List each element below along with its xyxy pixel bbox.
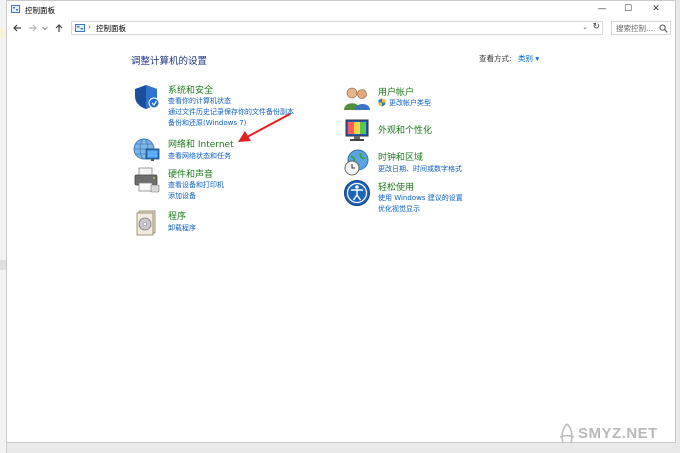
category-link[interactable]: 添加设备 — [168, 191, 196, 201]
minimize-button[interactable]: — — [589, 1, 615, 18]
control-panel-window: 控制面板 — ☐ ✕ › 控制面板 ⌄ ↻ 搜索控制... 调整计算机的设置 查… — [6, 0, 676, 443]
up-arrow-icon[interactable] — [53, 22, 65, 34]
forward-arrow-icon[interactable] — [27, 22, 39, 34]
category-title[interactable]: 外观和个性化 — [378, 123, 432, 136]
address-box[interactable]: › 控制面板 ⌄ ↻ — [71, 21, 603, 35]
users-icon[interactable] — [343, 84, 371, 112]
category-link[interactable]: 查看网络状态和任务 — [168, 151, 231, 161]
network-globe-icon[interactable] — [133, 136, 161, 164]
category-link[interactable]: 优化视觉显示 — [378, 204, 420, 214]
back-arrow-icon[interactable] — [11, 22, 23, 34]
recent-dropdown-icon[interactable] — [41, 22, 49, 34]
watermark: SMYZ.NET — [556, 421, 674, 449]
category-user-accounts: 用户帐户 更改帐户类型 — [343, 84, 503, 114]
category-title[interactable]: 网络和 Internet — [168, 137, 234, 150]
refresh-icon[interactable]: ↻ — [592, 22, 600, 32]
category-ease-of-access: 轻松使用 使用 Windows 建议的设置 优化视觉显示 — [343, 179, 523, 215]
category-title[interactable]: 轻松使用 — [378, 180, 414, 193]
category-title[interactable]: 用户帐户 — [378, 85, 414, 98]
category-link[interactable]: 更改帐户类型 — [389, 98, 431, 108]
category-link[interactable]: 卸载程序 — [168, 223, 196, 233]
control-panel-icon — [11, 5, 20, 13]
search-placeholder: 搜索控制... — [616, 24, 654, 33]
breadcrumb[interactable]: 控制面板 — [96, 23, 126, 34]
category-programs: 程序 卸载程序 — [133, 208, 293, 236]
control-panel-icon — [75, 24, 85, 32]
printer-icon[interactable] — [133, 166, 161, 194]
title-bar[interactable]: 控制面板 — ☐ ✕ — [7, 1, 675, 18]
monitor-palette-icon[interactable] — [343, 117, 371, 145]
search-icon[interactable] — [659, 24, 668, 33]
maximize-button[interactable]: ☐ — [615, 1, 641, 18]
address-dropdown-icon[interactable]: ⌄ — [582, 23, 588, 31]
category-link[interactable]: 查看你的计算机状态 — [168, 96, 231, 106]
close-button[interactable]: ✕ — [643, 1, 669, 18]
breadcrumb-chevron-icon[interactable]: › — [88, 23, 91, 31]
category-title[interactable]: 程序 — [168, 209, 186, 222]
view-by-dropdown[interactable]: 类别 ▾ — [518, 53, 539, 64]
annotation-arrow-icon — [238, 113, 291, 142]
category-title[interactable]: 系统和安全 — [168, 83, 213, 96]
shield-icon[interactable] — [133, 83, 161, 111]
address-bar: › 控制面板 ⌄ ↻ 搜索控制... — [7, 19, 675, 37]
watermark-logo-icon — [559, 423, 575, 444]
view-by-label: 查看方式: — [479, 54, 512, 63]
category-link[interactable]: 更改日期、时间或数字格式 — [378, 164, 462, 174]
category-clock-region: 时钟和区域 更改日期、时间或数字格式 — [343, 149, 523, 179]
category-appearance: 外观和个性化 — [343, 117, 503, 145]
search-input[interactable]: 搜索控制... — [611, 21, 671, 35]
window-title: 控制面板 — [25, 6, 55, 15]
clock-globe-icon[interactable] — [343, 149, 371, 177]
ease-of-access-icon[interactable] — [343, 179, 371, 207]
category-link[interactable]: 查看设备和打印机 — [168, 180, 224, 190]
uac-shield-icon — [378, 98, 386, 107]
category-title[interactable]: 时钟和区域 — [378, 150, 423, 163]
category-link[interactable]: 使用 Windows 建议的设置 — [378, 193, 463, 203]
programs-disc-icon[interactable] — [133, 208, 161, 236]
watermark-text: SMYZ.NET — [578, 425, 658, 442]
category-hardware: 硬件和声音 查看设备和打印机 添加设备 — [133, 166, 313, 202]
category-title[interactable]: 硬件和声音 — [168, 167, 213, 180]
page-title: 调整计算机的设置 — [131, 56, 208, 67]
